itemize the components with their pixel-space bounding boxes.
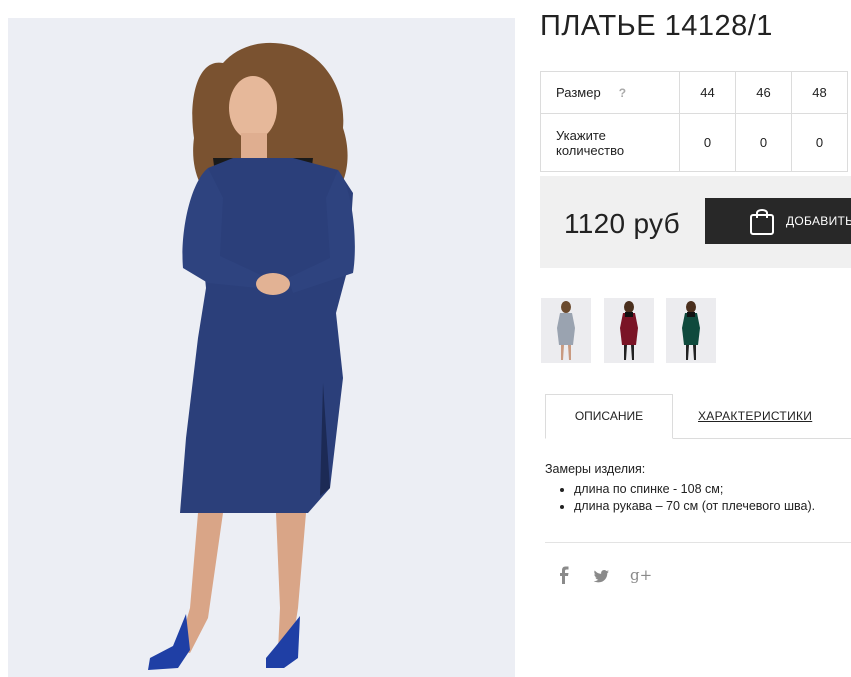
thumbnail-green[interactable] [666,298,716,363]
quantity-input-48[interactable]: 0 [791,113,848,172]
size-table: Размер? 44 46 48 Укажите количество 0 0 … [540,71,848,172]
thumbnail-grey[interactable] [541,298,591,363]
size-label: Размер [556,85,601,100]
description-item: длина по спинке - 108 см; [574,481,815,498]
size-48: 48 [791,71,848,114]
size-row: Размер? 44 46 48 [540,71,848,114]
divider [545,542,851,543]
size-44: 44 [679,71,736,114]
add-to-cart-button[interactable]: ДОБАВИТЬ В КОРЗИНУ [705,198,851,244]
description-item: длина рукава – 70 см (от плечевого шва). [574,498,815,515]
thumbnail-burgundy-image [604,298,654,363]
main-product-photo[interactable] [8,18,515,677]
thumbnail-grey-image [541,298,591,363]
quantity-input-46[interactable]: 0 [735,113,792,172]
size-46: 46 [735,71,792,114]
description-heading: Замеры изделия: [545,462,646,476]
twitter-icon[interactable] [593,570,609,583]
quantity-input-44[interactable]: 0 [679,113,736,172]
help-icon[interactable]: ? [619,86,626,100]
quantity-label-line1: Укажите [556,127,606,143]
facebook-icon[interactable] [558,566,570,584]
thumbnail-green-image [666,298,716,363]
add-to-cart-label: ДОБАВИТЬ В КОРЗИНУ [786,214,851,228]
quantity-row: Укажите количество 0 0 0 [540,113,848,172]
price-box: 1120 руб ДОБАВИТЬ В КОРЗИНУ [540,176,851,268]
tab-characteristics[interactable]: ХАРАКТЕРИСТИКИ [698,409,812,423]
price: 1120 руб [564,208,680,239]
google-plus-icon[interactable]: g+ [630,566,652,584]
thumbnail-burgundy[interactable] [604,298,654,363]
shopping-bag-icon [750,209,774,235]
google-plus-glyph: g+ [630,566,653,584]
tab-description[interactable]: ОПИСАНИЕ [545,394,673,439]
description-list: длина по спинке - 108 см; длина рукава –… [560,481,815,515]
model-illustration [8,18,515,677]
size-label-cell: Размер? [540,71,680,114]
product-title: ПЛАТЬЕ 14128/1 [540,10,773,42]
quantity-label-cell: Укажите количество [540,113,680,172]
quantity-label-line2: количество [556,142,625,158]
